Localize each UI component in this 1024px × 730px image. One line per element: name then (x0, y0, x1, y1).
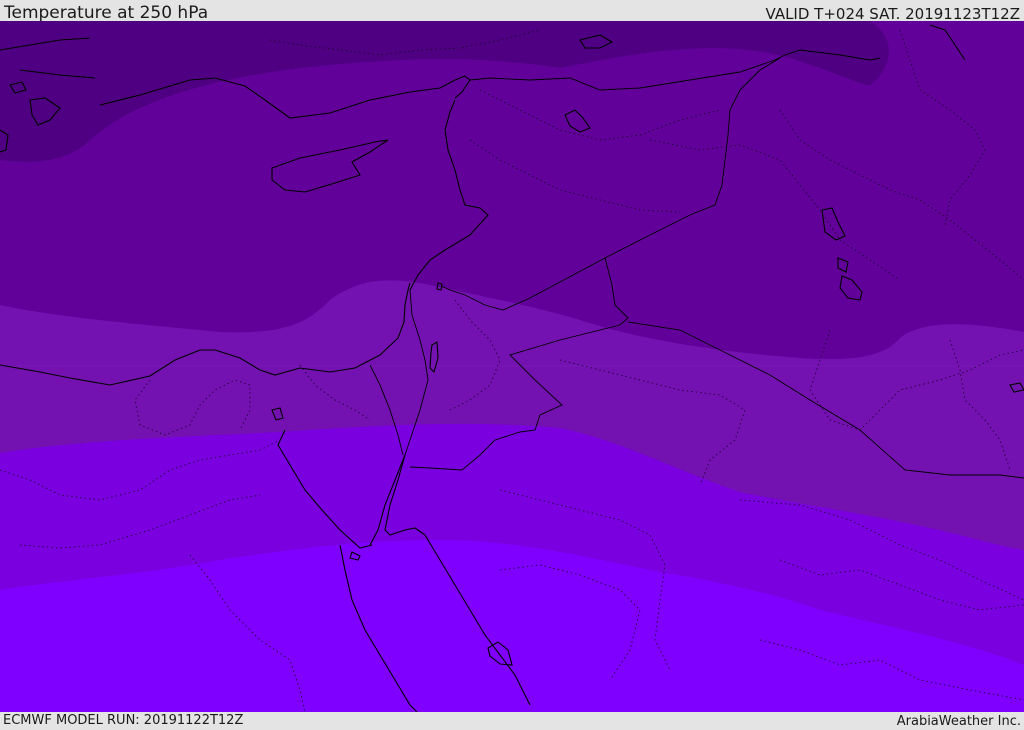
credit-label: ArabiaWeather Inc. (896, 714, 1021, 729)
map-title: Temperature at 250 hPa (4, 3, 209, 23)
model-run-label: ECMWF MODEL RUN: 20191122T12Z (3, 713, 244, 728)
header-bar: Temperature at 250 hPa VALID T+024 SAT. … (0, 0, 1024, 23)
map-canvas (0, 21, 1024, 712)
weather-map (0, 21, 1024, 712)
footer-bar: ECMWF MODEL RUN: 20191122T12Z ArabiaWeat… (0, 712, 1024, 729)
